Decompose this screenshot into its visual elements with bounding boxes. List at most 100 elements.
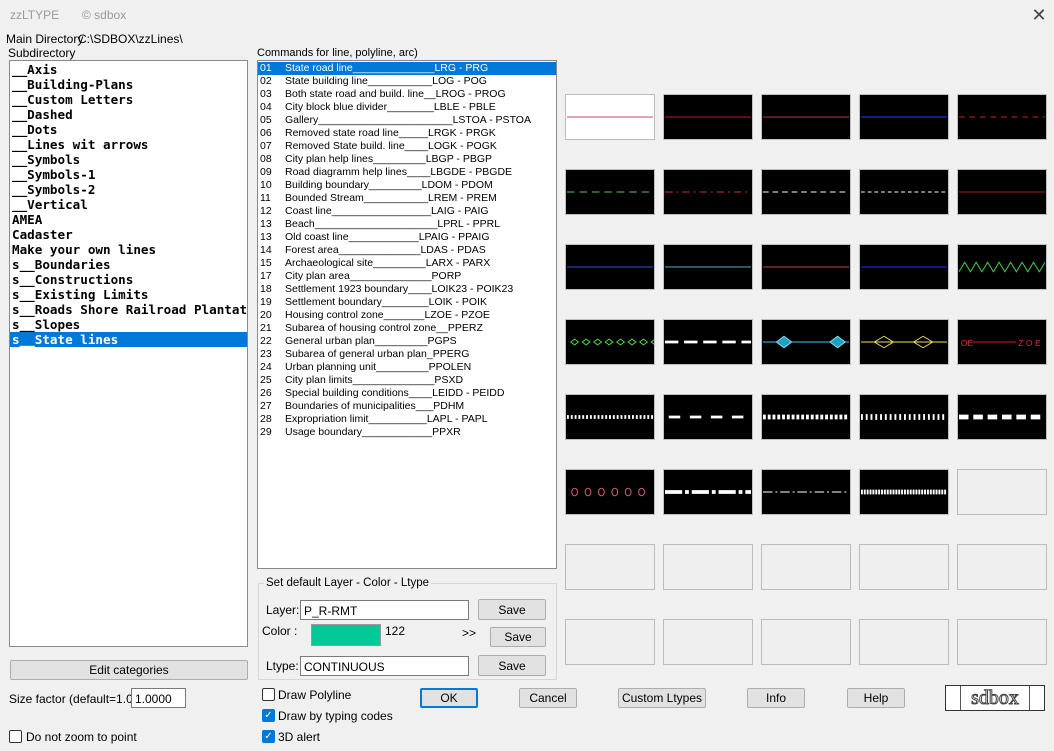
subdirectory-item[interactable]: __Vertical [10,197,247,212]
preview-tile-subarea-of-general-urban-plan[interactable] [761,394,851,440]
subdirectory-item[interactable]: __Lines wit arrows [10,137,247,152]
command-item[interactable]: 23 Subarea of general urban plan_PPERG [258,348,556,361]
subdirectory-item[interactable]: s__Boundaries [10,257,247,272]
subdirectory-item[interactable]: Cadaster [10,227,247,242]
preview-tile-boundaries-of-municipalities[interactable] [663,469,753,515]
commands-list[interactable]: 01 State road line______________LRG - PRG… [257,60,557,569]
preview-tile-empty-slot[interactable] [957,469,1047,515]
preview-tile-empty-slot[interactable] [957,619,1047,665]
command-item[interactable]: 01 State road line______________LRG - PRG [258,62,556,75]
command-item[interactable]: 19 Settlement boundary________LOIK - POIK [258,296,556,309]
command-item[interactable]: 07 Removed State build. line____LOGK - PO… [258,140,556,153]
custom-ltypes-button[interactable]: Custom Ltypes [618,688,706,708]
no-zoom-checkbox[interactable] [9,730,22,743]
command-item[interactable]: 08 City plan help lines_________LBGP - PB… [258,153,556,166]
draw-polyline-checkbox[interactable] [262,688,275,701]
subdirectory-list[interactable]: __Axis __Building-Plans __Custom Letters __… [9,60,248,647]
preview-tile-empty-slot[interactable] [663,619,753,665]
preview-tile-empty-slot[interactable] [565,619,655,665]
preview-tile-special-building-conditions[interactable] [565,469,655,515]
ok-button[interactable]: OK [420,688,478,708]
command-item[interactable]: 10 Building boundary_________LDOM - PDOM [258,179,556,192]
subdirectory-item[interactable]: Make your own lines [10,242,247,257]
preview-tile-settlement-boundary[interactable] [859,319,949,365]
edit-categories-button[interactable]: Edit categories [10,660,248,680]
preview-tile-removed-state-road-line[interactable] [565,169,655,215]
preview-tile-empty-slot[interactable] [859,619,949,665]
color-swatch[interactable] [311,624,381,646]
preview-tile-empty-slot[interactable] [859,544,949,590]
subdirectory-item[interactable]: s__State lines [10,332,247,347]
command-item[interactable]: 21 Subarea of housing control zone__PPERZ [258,322,556,335]
preview-tile-empty-slot[interactable] [663,544,753,590]
command-item[interactable]: 24 Urban planning unit_________PPOLEN [258,361,556,374]
command-item[interactable]: 12 Coast line_________________LAIG - PAIG [258,205,556,218]
command-item[interactable]: 17 City plan area______________PORP [258,270,556,283]
preview-tile-usage-boundary[interactable] [859,469,949,515]
command-item[interactable]: 26 Special building conditions____LEIDD -… [258,387,556,400]
command-item[interactable]: 11 Bounded Stream___________LREM - PREM [258,192,556,205]
command-item[interactable]: 04 City block blue divider________LBLE - … [258,101,556,114]
preview-tile-both-state-road-and-building-line[interactable] [761,94,851,140]
command-item[interactable]: 15 Archaeological site_________LARX - PAR… [258,257,556,270]
command-item[interactable]: 29 Usage boundary____________PPXR [258,426,556,439]
subdirectory-item[interactable]: s__Constructions [10,272,247,287]
subdirectory-item[interactable]: __Symbols-1 [10,167,247,182]
subdirectory-item[interactable]: __Symbols-2 [10,182,247,197]
preview-tile-city-plan-help-lines[interactable] [761,169,851,215]
subdirectory-item[interactable]: __Custom Letters [10,92,247,107]
command-item[interactable]: 09 Road diagramm help lines____LBGDE - PB… [258,166,556,179]
command-item[interactable]: 27 Boundaries of municipalities___PDHM [258,400,556,413]
subdirectory-item[interactable]: s__Existing Limits [10,287,247,302]
preview-tile-city-plan-limits[interactable] [957,394,1047,440]
command-item[interactable]: 02 State building line___________LOG - PO… [258,75,556,88]
subdirectory-item[interactable]: __Dashed [10,107,247,122]
save-color-button[interactable]: Save [490,627,546,647]
save-layer-button[interactable]: Save [478,599,546,620]
preview-tile-city-plan-area[interactable] [663,319,753,365]
alert-3d-checkbox[interactable]: ✓ [262,730,275,743]
preview-tile-settlement-1923-boundary[interactable] [761,319,851,365]
preview-tile-forest-area[interactable] [957,244,1047,290]
command-item[interactable]: 06 Removed state road line_____LRGK - PRG… [258,127,556,140]
info-button[interactable]: Info [747,688,805,708]
command-item[interactable]: 20 Housing control zone_______LZOE - PZOE [258,309,556,322]
command-item[interactable]: 22 General urban plan_________PGPS [258,335,556,348]
cancel-button[interactable]: Cancel [519,688,577,708]
subdirectory-item[interactable]: __Dots [10,122,247,137]
preview-tile-state-building-line[interactable] [663,94,753,140]
color-more-button[interactable]: >> [462,626,476,640]
preview-tile-old-coast-line[interactable] [859,244,949,290]
layer-field[interactable]: P_R-RMT [300,600,469,620]
help-button[interactable]: Help [847,688,905,708]
preview-tile-state-road-line[interactable] [565,94,655,140]
preview-tile-expropriation-limit[interactable] [761,469,851,515]
preview-tile-empty-slot[interactable] [565,544,655,590]
command-item[interactable]: 18 Settlement 1923 boundary____LOIK23 - P… [258,283,556,296]
preview-tile-archaeological-site[interactable] [565,319,655,365]
subdirectory-item[interactable]: AMEA [10,212,247,227]
draw-typing-checkbox[interactable]: ✓ [262,709,275,722]
save-ltype-button[interactable]: Save [478,655,546,676]
preview-tile-road-diagramm-help-lines[interactable] [859,169,949,215]
subdirectory-item[interactable]: __Axis [10,62,247,77]
preview-tile-subarea-of-housing-control-zone[interactable] [565,394,655,440]
preview-tile-coast-line[interactable] [663,244,753,290]
preview-tile-urban-planning-unit[interactable] [859,394,949,440]
subdirectory-item[interactable]: s__Roads Shore Railroad Plantati [10,302,247,317]
command-item[interactable]: 28 Expropriation limit__________LAPL - PA… [258,413,556,426]
preview-tile-gallery[interactable] [957,94,1047,140]
preview-tile-city-block-blue-divider[interactable] [859,94,949,140]
preview-tile-bounded-stream[interactable] [565,244,655,290]
command-item[interactable]: 05 Gallery_______________________LSTOA - … [258,114,556,127]
command-item[interactable]: 03 Both state road and build. line__LROG … [258,88,556,101]
size-factor-input[interactable]: 1.0000 [131,688,186,708]
preview-tile-empty-slot[interactable] [761,619,851,665]
close-icon[interactable]: ✕ [1030,4,1048,26]
command-item[interactable]: 13 Old coast line____________LPAIG - PPAI… [258,231,556,244]
preview-tile-housing-control-zone[interactable]: OE Z O E [957,319,1047,365]
subdirectory-item[interactable]: __Symbols [10,152,247,167]
command-item[interactable]: 13 Beach_____________________LPRL - PPRL [258,218,556,231]
subdirectory-item[interactable]: __Building-Plans [10,77,247,92]
preview-tile-removed-state-building-line[interactable] [663,169,753,215]
